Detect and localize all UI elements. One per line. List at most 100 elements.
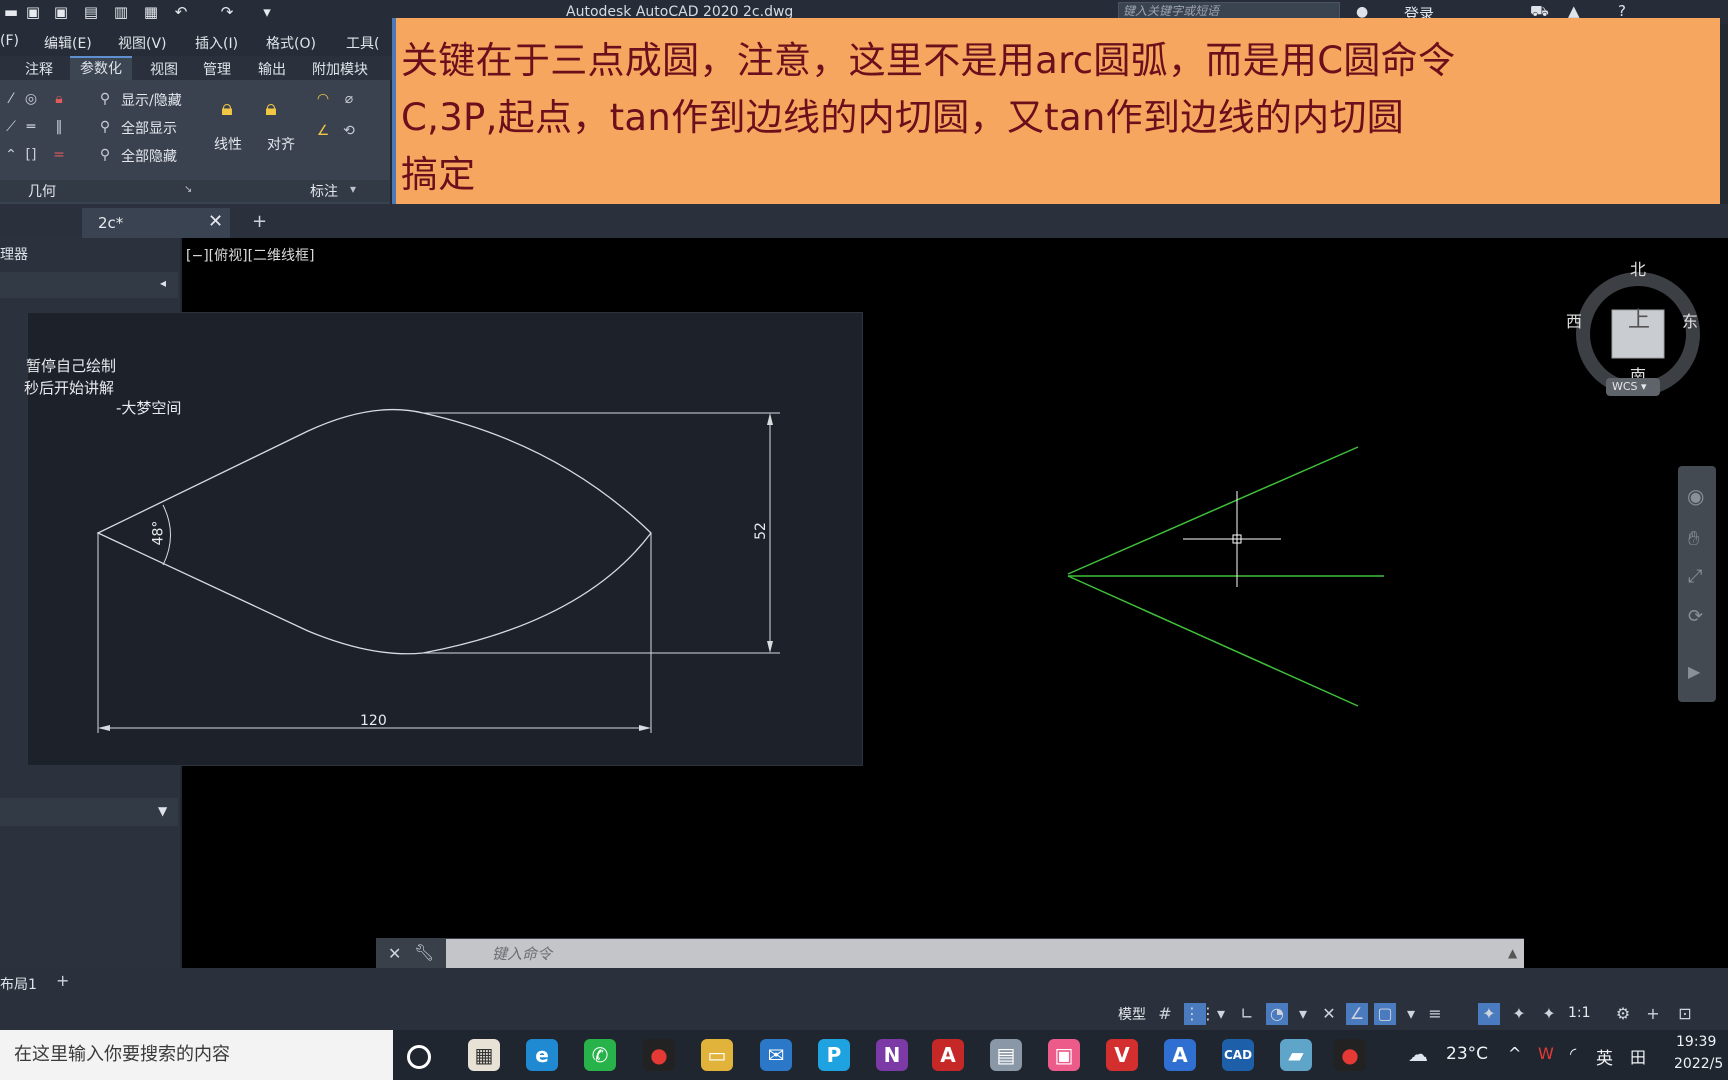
tab-annotate[interactable]: 注释 [25, 59, 53, 79]
notes-app-icon[interactable]: ▰ [1280, 1039, 1312, 1071]
export-icon[interactable]: ▥ [112, 3, 130, 21]
wechat-icon[interactable]: ✆ [584, 1039, 616, 1071]
save-icon[interactable]: ▣ [24, 3, 42, 21]
linear-button[interactable]: 线性 [214, 134, 242, 154]
zoom-extents-icon[interactable]: ⤢ [1688, 566, 1702, 587]
isodraft-icon[interactable]: ✕ [1318, 1003, 1340, 1025]
wrench-icon[interactable]: 🔧︎ [414, 943, 434, 962]
grid-icon[interactable]: # [1154, 1003, 1176, 1025]
tab-output[interactable]: 输出 [258, 59, 286, 79]
clock-time[interactable]: 19:39 [1676, 1034, 1716, 1050]
show-hide-button[interactable]: 显示/隐藏 [121, 90, 182, 110]
command-input[interactable]: 键入命令 [446, 939, 1524, 969]
ortho-icon[interactable]: ∟ [1236, 1003, 1258, 1025]
panel-launcher-icon[interactable]: ↘ [184, 184, 192, 195]
wps-tray-icon[interactable]: W [1538, 1044, 1554, 1063]
green-line-upper[interactable] [1067, 446, 1359, 575]
panel-dropdown-icon[interactable]: ▾ [350, 182, 356, 196]
snap-dropdown-icon[interactable]: ▾ [1210, 1003, 1232, 1025]
file-explorer-icon[interactable]: ▭ [701, 1039, 733, 1071]
hide-all-icon[interactable]: ⚲ [96, 146, 114, 164]
input-language-indicator[interactable]: 英 [1596, 1044, 1613, 1069]
wps-icon[interactable]: V [1106, 1039, 1138, 1071]
taskbar-search-input[interactable]: 在这里输入你要搜索的内容 [0, 1030, 393, 1080]
diameter-icon[interactable]: ⌀ [340, 90, 358, 108]
orbit-icon[interactable]: ⟳ [1688, 606, 1703, 627]
wcs-menu[interactable]: WCS ▾ [1606, 378, 1660, 396]
show-all-icon[interactable]: ⚲ [96, 118, 114, 136]
palette-row[interactable] [0, 272, 178, 298]
doc-tab-current[interactable]: 2c* ✕ [82, 208, 230, 238]
onenote-icon[interactable]: N [876, 1039, 908, 1071]
steeringwheel-icon[interactable]: ◉ [1687, 484, 1704, 508]
collapse-left-icon[interactable]: ◂ [160, 276, 166, 290]
tangent-constraint-icon[interactable]: ⁄ [2, 90, 20, 108]
showmotion-icon[interactable]: ▶ [1688, 662, 1700, 681]
gear-icon[interactable]: ⚙ [1612, 1003, 1634, 1025]
concentric-constraint-icon[interactable]: ◎ [22, 90, 40, 108]
customize-icon[interactable]: ⊡ [1674, 1003, 1696, 1025]
vertical-constraint-icon[interactable]: ‖ [50, 118, 68, 136]
open-icon[interactable]: ▬ [2, 3, 20, 21]
compass-west[interactable]: 西 [1566, 308, 1582, 332]
menu-view[interactable]: 视图(V) [118, 33, 167, 53]
angular-icon[interactable]: ∠ [314, 122, 332, 140]
close-icon[interactable]: ✕ [388, 944, 401, 963]
aligned-lock-icon[interactable]: 🔒︎ [262, 98, 280, 120]
close-icon[interactable]: ✕ [208, 211, 223, 232]
tray-chevron-icon[interactable]: ^ [1508, 1044, 1521, 1063]
scale-selector[interactable]: 1:1 [1568, 1005, 1591, 1021]
save-as-icon[interactable]: ▣ [52, 3, 70, 21]
tab-manage[interactable]: 管理 [203, 59, 231, 79]
annotation-scale-icon[interactable]: ✦ [1538, 1003, 1560, 1025]
viewcube-top-label[interactable]: 上 [1628, 302, 1650, 334]
app-a-icon[interactable]: A [1164, 1039, 1196, 1071]
pdf-app-icon[interactable]: P [818, 1039, 850, 1071]
autocad-taskbar-icon[interactable]: A [932, 1039, 964, 1071]
lineweight-icon[interactable]: ≡ [1424, 1003, 1446, 1025]
polar-icon[interactable]: ◔ [1266, 1003, 1288, 1025]
aligned-button[interactable]: 对齐 [267, 134, 295, 154]
menu-file[interactable]: (F) [0, 33, 19, 49]
microsoft-store-icon[interactable]: ▦ [468, 1039, 500, 1071]
menu-insert[interactable]: 插入(I) [195, 33, 238, 53]
tab-view[interactable]: 视图 [150, 59, 178, 79]
snap-icon[interactable]: ⋮⋮ [1184, 1003, 1216, 1025]
smooth-constraint-icon[interactable]: ⌃ [2, 146, 20, 164]
compass-east[interactable]: 东 [1682, 308, 1698, 332]
tab-addins[interactable]: 附加模块 [312, 59, 368, 79]
equal-constraint-icon[interactable]: = [50, 146, 68, 164]
photo-app-icon[interactable]: ▣ [1048, 1039, 1080, 1071]
publish-icon[interactable]: ▤ [82, 3, 100, 21]
object-snap-tracking-icon[interactable]: ∠ [1346, 1003, 1368, 1025]
convert-icon[interactable]: ⟲ [340, 122, 358, 140]
panel-dimensional-label[interactable]: 标注 [310, 181, 338, 201]
weather-cloud-icon[interactable]: ☁ [1408, 1042, 1428, 1066]
osnap-dropdown-icon[interactable]: ▾ [1400, 1003, 1422, 1025]
edge-icon[interactable]: e [526, 1039, 558, 1071]
record-app-icon[interactable]: ● [643, 1039, 675, 1071]
object-snap-icon[interactable]: ▢ [1374, 1003, 1396, 1025]
weather-temp[interactable]: 23°C [1446, 1044, 1488, 1064]
cad-app-icon[interactable]: CAD [1222, 1039, 1254, 1071]
parallel-constraint-icon[interactable]: ═ [22, 118, 40, 136]
show-all-button[interactable]: 全部显示 [121, 118, 177, 138]
green-line-lower[interactable] [1067, 575, 1359, 707]
menu-tools[interactable]: 工具( [346, 33, 379, 53]
model-space-button[interactable]: 模型 [1118, 1004, 1146, 1024]
redo-icon[interactable]: ↷ [218, 3, 236, 21]
polar-dropdown-icon[interactable]: ▾ [1292, 1003, 1314, 1025]
screen-recorder-icon[interactable]: ● [1334, 1039, 1366, 1071]
command-history-icon[interactable]: ▲ [1508, 946, 1517, 960]
mail-icon[interactable]: ✉ [760, 1039, 792, 1071]
radius-icon[interactable]: ◠ [314, 90, 332, 108]
new-tab-plus-icon[interactable]: + [252, 211, 267, 232]
annotation-visibility-icon[interactable]: ✦ [1478, 1003, 1500, 1025]
customize-chevron-icon[interactable]: ▾ [258, 3, 276, 21]
add-layout-plus-icon[interactable]: + [56, 971, 69, 990]
pan-hand-icon[interactable]: ✋︎ [1688, 526, 1699, 550]
compass-north[interactable]: 北 [1630, 256, 1646, 280]
show-hide-icon[interactable]: ⚲ [96, 90, 114, 108]
perpendicular-constraint-icon[interactable]: ⟋ [2, 118, 20, 136]
menu-edit[interactable]: 编辑(E) [44, 33, 92, 53]
